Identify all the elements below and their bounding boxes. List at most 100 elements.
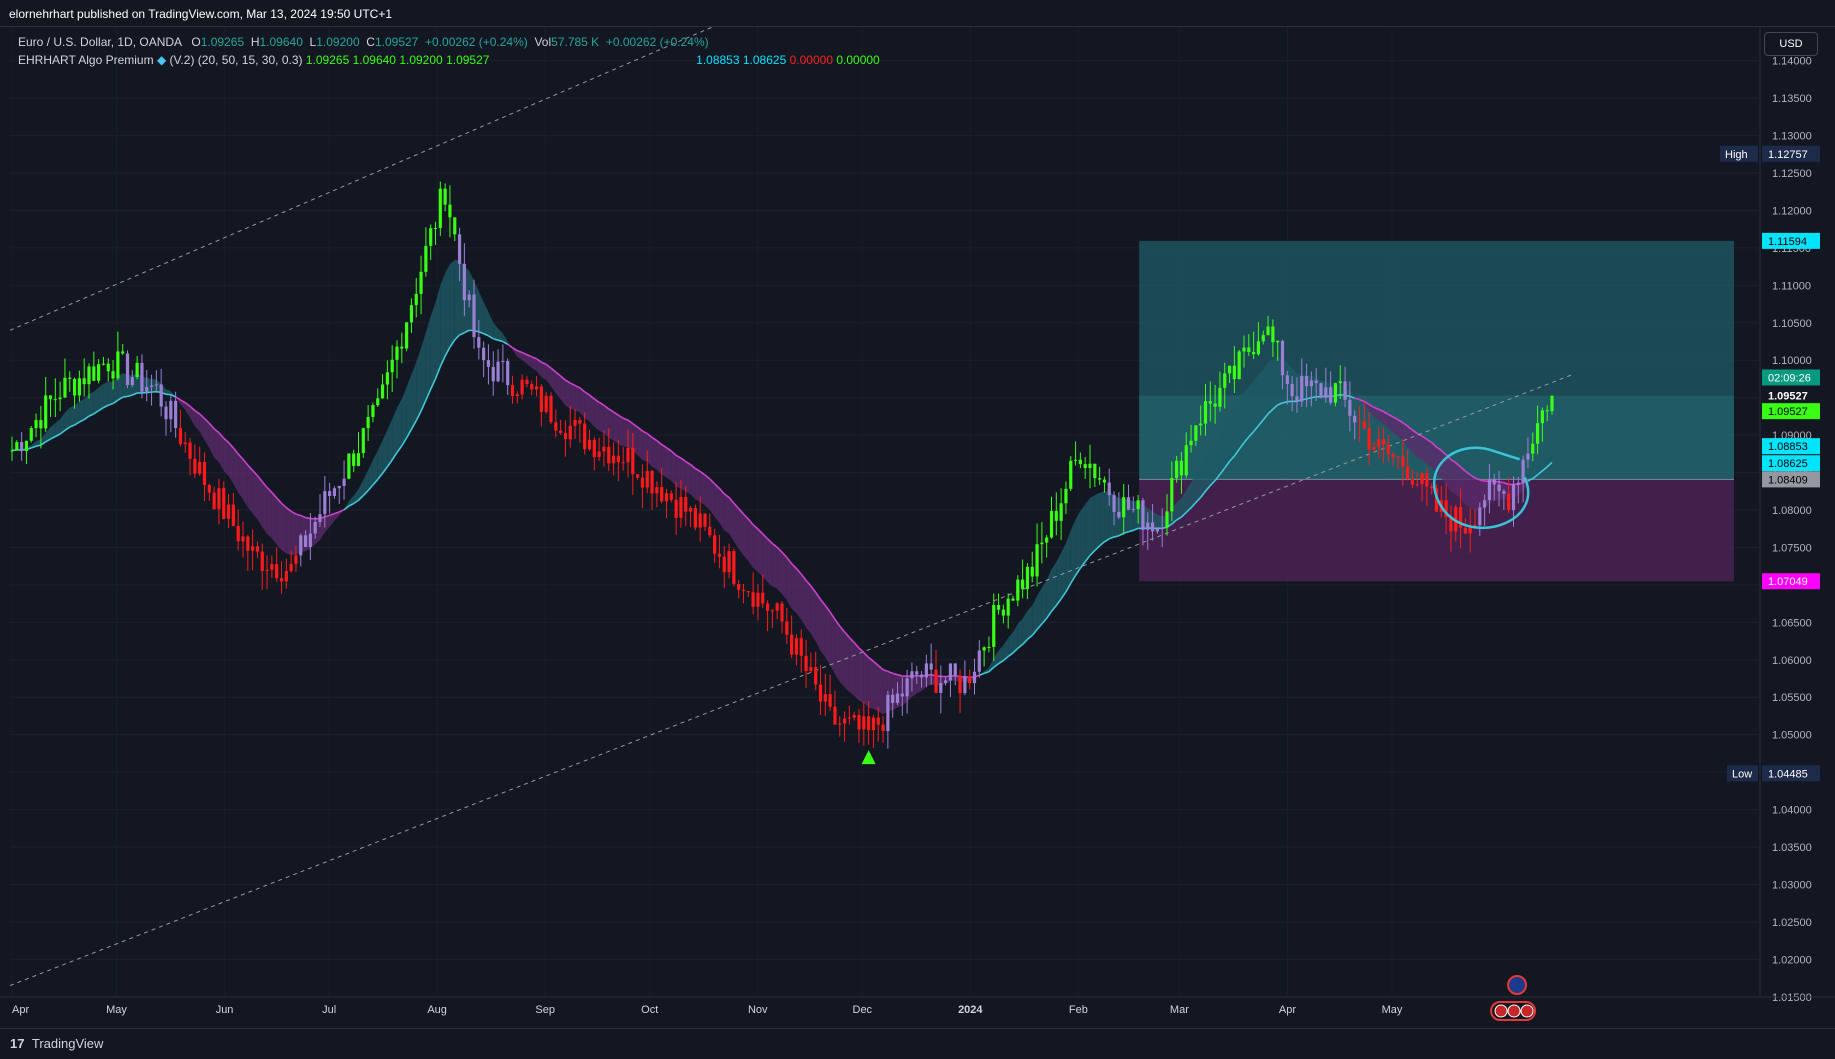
candle-body bbox=[448, 204, 452, 218]
band-segment bbox=[628, 420, 633, 452]
band-segment bbox=[892, 673, 898, 711]
candle-body bbox=[790, 634, 794, 655]
candle-body bbox=[674, 499, 678, 518]
candle-body bbox=[1102, 479, 1107, 483]
band-segment bbox=[1417, 433, 1423, 460]
candle-body bbox=[366, 416, 370, 429]
candle-body bbox=[332, 488, 337, 497]
band-segment bbox=[796, 568, 802, 620]
footer-bar: 17 TradingView bbox=[0, 1028, 1835, 1059]
candle-body bbox=[626, 447, 630, 463]
candle-body bbox=[154, 384, 158, 386]
candle-body bbox=[212, 492, 216, 510]
price-chart[interactable]: 1.14000 1.13500 1.13000 1.12500 1.12000 1.115… bbox=[0, 0, 1835, 1028]
band-segment bbox=[93, 387, 99, 414]
candle-body bbox=[477, 337, 481, 348]
candle-body bbox=[347, 453, 351, 479]
volume-change: +0.00262 (+0.24%) bbox=[605, 35, 709, 49]
price-label-value: 1.09527 bbox=[1768, 406, 1808, 418]
candle-body bbox=[727, 551, 731, 573]
band-segment bbox=[406, 374, 412, 438]
candle-body bbox=[39, 419, 43, 429]
trend-line bbox=[979, 672, 985, 676]
candle-body bbox=[1406, 466, 1410, 480]
legend-row-symbol: Euro / U.S. Dollar, 1D, OANDA O1.09265 H… bbox=[18, 33, 880, 51]
trend-line bbox=[122, 395, 128, 398]
x-tick-label: May bbox=[1382, 1004, 1403, 1016]
candle-body bbox=[101, 363, 106, 365]
candle-body bbox=[260, 551, 264, 571]
band-segment bbox=[1157, 514, 1163, 529]
band-segment bbox=[820, 599, 826, 658]
candle-body bbox=[732, 551, 736, 584]
candle-body bbox=[583, 423, 587, 450]
candle-body bbox=[814, 667, 818, 685]
price-label-value: 1.07049 bbox=[1768, 576, 1808, 588]
candle-body bbox=[390, 359, 394, 373]
us-flag-icon bbox=[1520, 1004, 1534, 1018]
candle-body bbox=[106, 363, 110, 372]
y-tick-label: 1.02500 bbox=[1772, 917, 1812, 929]
band-segment bbox=[1075, 511, 1081, 576]
band-segment bbox=[1210, 441, 1216, 486]
band-segment bbox=[1268, 359, 1273, 414]
band-segment bbox=[777, 547, 782, 594]
candle-body bbox=[563, 433, 568, 440]
candle-body bbox=[34, 419, 38, 429]
band-segment bbox=[1090, 495, 1095, 556]
band-segment bbox=[878, 665, 884, 715]
candle-body bbox=[713, 535, 717, 554]
candle-body bbox=[1367, 427, 1371, 450]
band-segment bbox=[421, 332, 426, 411]
chart-area[interactable]: 1.14000 1.13500 1.13000 1.12500 1.12000 1.115… bbox=[0, 0, 1835, 1028]
candle-body bbox=[313, 521, 317, 534]
candle-body bbox=[231, 504, 235, 526]
candle-body bbox=[265, 569, 269, 571]
candle-body bbox=[1463, 527, 1467, 534]
band-segment bbox=[603, 405, 609, 438]
band-segment bbox=[257, 475, 263, 528]
band-segment bbox=[276, 497, 282, 551]
y-tick-label: 1.04000 bbox=[1772, 805, 1812, 817]
band-segment bbox=[1426, 439, 1432, 468]
y-tick-label: 1.12000 bbox=[1772, 205, 1812, 217]
candle-body bbox=[1295, 396, 1299, 402]
candle-body bbox=[63, 377, 67, 398]
candle-body bbox=[1338, 381, 1342, 384]
candle-body bbox=[915, 671, 919, 675]
candle-body bbox=[1064, 488, 1068, 504]
band-segment bbox=[445, 264, 450, 357]
candle-body bbox=[684, 497, 688, 512]
candle-body bbox=[1280, 340, 1285, 376]
band-segment bbox=[806, 580, 811, 634]
band-segment bbox=[810, 586, 816, 642]
candle-body bbox=[698, 513, 702, 528]
x-tick-label: Feb bbox=[1069, 1004, 1088, 1016]
band-segment bbox=[854, 642, 859, 701]
candle-body bbox=[602, 446, 606, 452]
band-segment bbox=[613, 411, 619, 444]
x-tick-label: 2024 bbox=[958, 1004, 983, 1016]
candle-body bbox=[693, 507, 697, 528]
candle-body bbox=[664, 493, 669, 502]
candle-body bbox=[1059, 503, 1063, 521]
brand-name: TradingView bbox=[31, 1036, 104, 1051]
candle-body bbox=[818, 684, 823, 702]
candle-body bbox=[746, 590, 750, 593]
band-segment bbox=[262, 481, 268, 534]
y-tick-label: 1.03000 bbox=[1772, 879, 1812, 891]
candle-body bbox=[482, 347, 486, 361]
candle-body bbox=[775, 603, 779, 611]
currency-button[interactable]: USD bbox=[1764, 32, 1818, 56]
candle-body bbox=[1040, 542, 1044, 545]
band-segment bbox=[1412, 430, 1418, 458]
candle-body bbox=[77, 378, 81, 396]
band-segment bbox=[1422, 436, 1427, 465]
candle-body bbox=[255, 546, 260, 552]
candle-body bbox=[804, 655, 808, 672]
candle-body bbox=[116, 351, 120, 379]
candle-body bbox=[496, 361, 500, 382]
y-tick-label: 1.13000 bbox=[1772, 131, 1812, 143]
candle-body bbox=[419, 271, 423, 294]
band-segment bbox=[859, 648, 864, 704]
